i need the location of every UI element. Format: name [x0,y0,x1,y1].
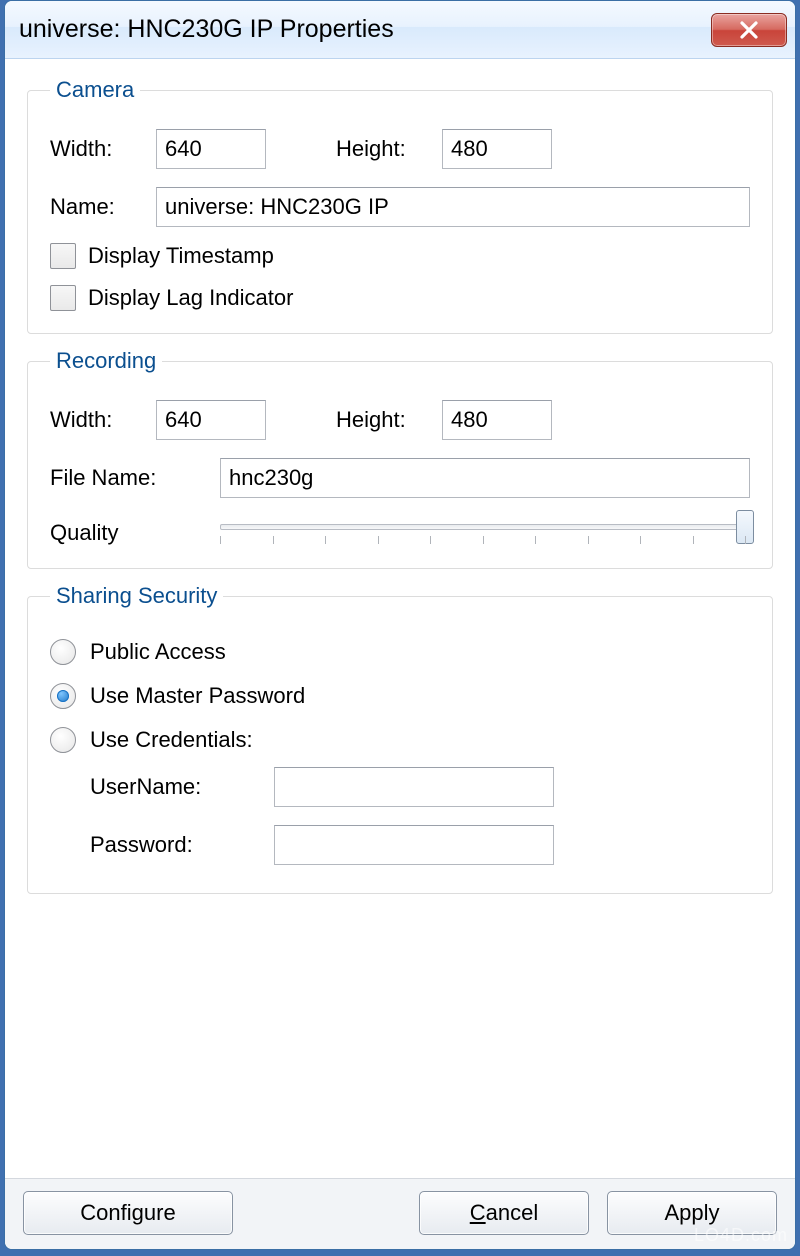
camera-height-input[interactable] [442,129,552,169]
security-group: Sharing Security Public Access Use Maste… [27,583,773,894]
client-area: Camera Width: Height: Name: Display Time… [5,59,795,1178]
public-access-radio[interactable]: Public Access [50,639,750,665]
public-access-label: Public Access [90,639,226,665]
display-timestamp-label: Display Timestamp [88,243,274,269]
display-timestamp-checkbox[interactable]: Display Timestamp [50,243,750,269]
slider-ticks [220,536,746,546]
camera-width-label: Width: [50,136,146,162]
radio-icon [50,639,76,665]
cancel-button[interactable]: Cancel [419,1191,589,1235]
recording-legend: Recording [50,348,162,374]
titlebar[interactable]: universe: HNC230G IP Properties [5,1,795,59]
configure-button[interactable]: Configure [23,1191,233,1235]
use-credentials-label: Use Credentials: [90,727,253,753]
username-input[interactable] [274,767,554,807]
close-icon [738,19,760,41]
camera-group: Camera Width: Height: Name: Display Time… [27,77,773,334]
window-title: universe: HNC230G IP Properties [19,15,711,44]
recording-width-label: Width: [50,407,146,433]
username-label: UserName: [90,774,260,800]
camera-legend: Camera [50,77,140,103]
camera-width-input[interactable] [156,129,266,169]
close-button[interactable] [711,13,787,47]
checkbox-icon [50,285,76,311]
recording-group: Recording Width: Height: File Name: Qual… [27,348,773,569]
radio-icon [50,683,76,709]
security-legend: Sharing Security [50,583,223,609]
master-password-label: Use Master Password [90,683,305,709]
recording-height-label: Height: [336,407,432,433]
radio-icon [50,727,76,753]
quality-slider[interactable] [220,516,750,546]
button-bar: Configure Cancel Apply [5,1178,795,1249]
master-password-radio[interactable]: Use Master Password [50,683,750,709]
filename-input[interactable] [220,458,750,498]
recording-height-input[interactable] [442,400,552,440]
password-label: Password: [90,832,260,858]
recording-width-input[interactable] [156,400,266,440]
slider-track [220,524,746,530]
camera-height-label: Height: [336,136,432,162]
checkbox-icon [50,243,76,269]
camera-name-label: Name: [50,194,146,220]
password-input[interactable] [274,825,554,865]
use-credentials-radio[interactable]: Use Credentials: [50,727,750,753]
display-lag-label: Display Lag Indicator [88,285,293,311]
display-lag-checkbox[interactable]: Display Lag Indicator [50,285,750,311]
dialog-window: universe: HNC230G IP Properties Camera W… [4,0,796,1250]
quality-label: Quality [50,516,210,546]
apply-button[interactable]: Apply [607,1191,777,1235]
camera-name-input[interactable] [156,187,750,227]
filename-label: File Name: [50,465,210,491]
